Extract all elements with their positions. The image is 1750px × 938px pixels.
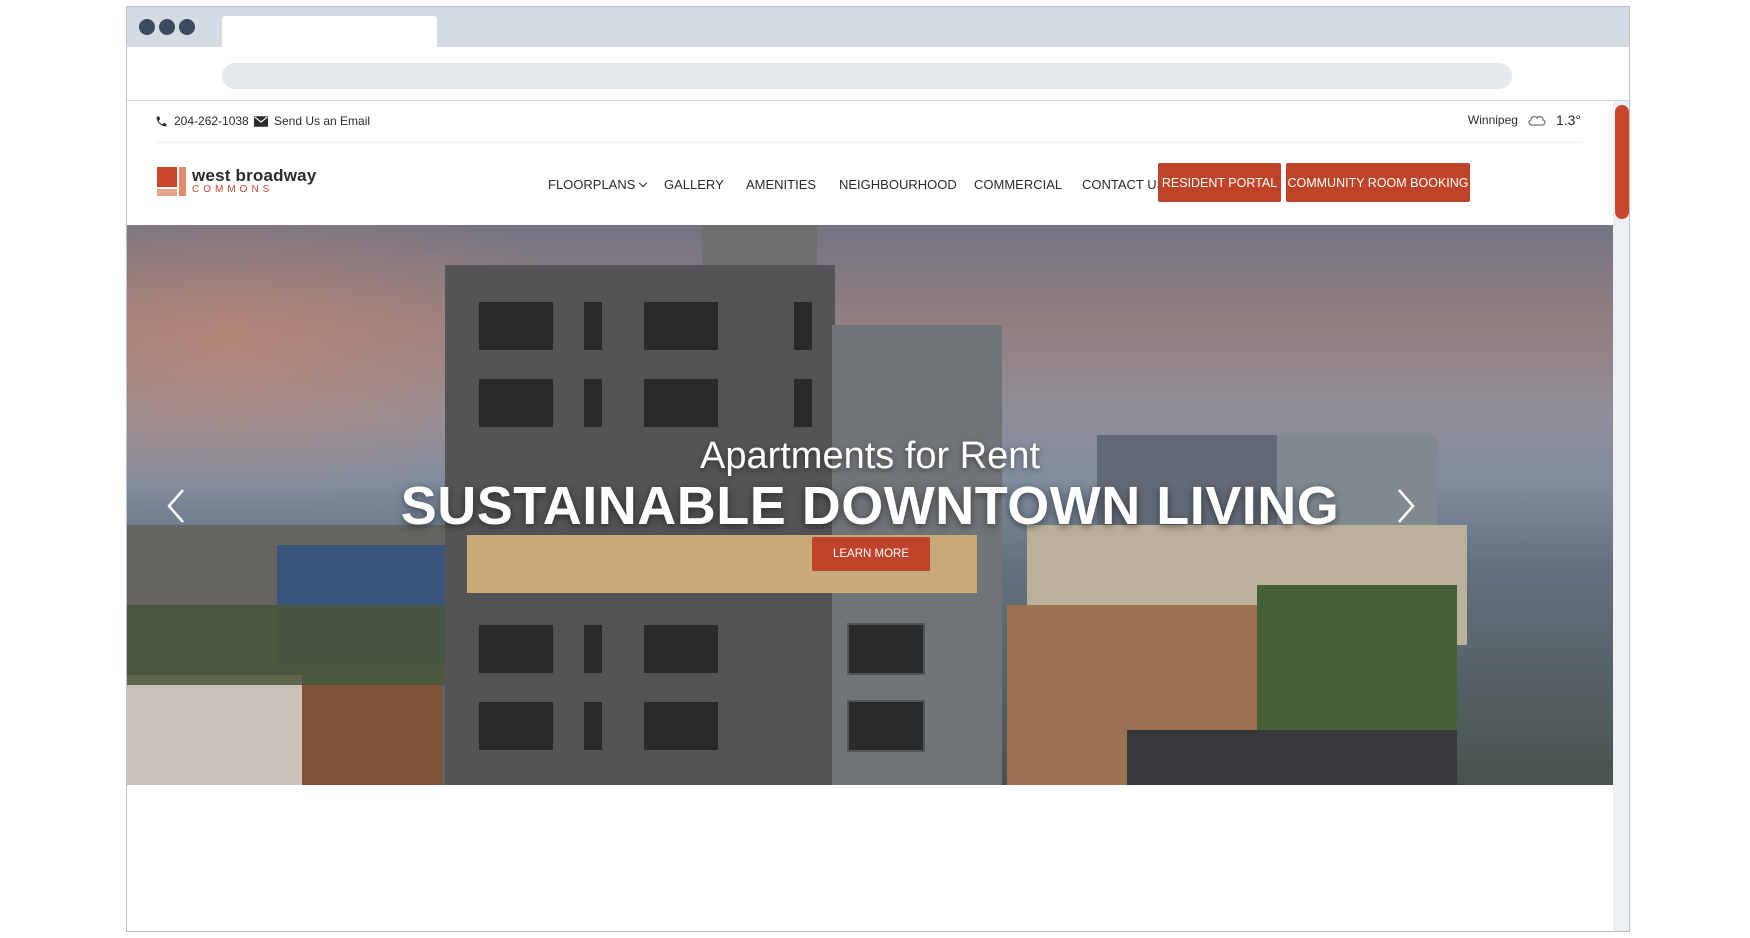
hero-subtitle: Apartments for Rent bbox=[699, 435, 1041, 477]
site-logo[interactable]: west broadway COMMONS bbox=[157, 167, 316, 196]
window-dot-icon[interactable] bbox=[139, 19, 155, 35]
phone-icon bbox=[156, 116, 167, 126]
utility-bar: 204-262-1038 Send Us an Email Winnipeg 1… bbox=[127, 101, 1613, 143]
hero-title: SUSTAINABLE DOWNTOWN LIVING bbox=[400, 476, 1340, 536]
address-bar[interactable] bbox=[222, 63, 1512, 89]
nav-floorplans[interactable]: FLOORPLANS bbox=[548, 177, 648, 192]
nav-label: FLOORPLANS bbox=[548, 177, 636, 192]
window-controls bbox=[139, 19, 195, 35]
nav-neighbourhood[interactable]: NEIGHBOURHOOD bbox=[839, 177, 957, 192]
browser-titlebar bbox=[127, 7, 1629, 47]
phone-number: 204-262-1038 bbox=[174, 114, 249, 128]
nav-amenities[interactable]: AMENITIES bbox=[746, 177, 816, 192]
weather-city: Winnipeg bbox=[1467, 113, 1518, 127]
web-page: 204-262-1038 Send Us an Email Winnipeg 1… bbox=[127, 101, 1613, 931]
window-dot-icon[interactable] bbox=[179, 19, 195, 35]
logo-line-1: west broadway bbox=[192, 166, 317, 185]
community-room-booking-button[interactable]: COMMUNITY ROOM BOOKING bbox=[1286, 163, 1470, 202]
weather-temperature: 1.3° bbox=[1555, 112, 1581, 128]
slider-prev-arrow-icon[interactable] bbox=[165, 487, 187, 525]
chevron-down-icon bbox=[639, 178, 648, 188]
hero-slider: Apartments for Rent SUSTAINABLE DOWNTOWN… bbox=[127, 225, 1613, 785]
nav-label: GALLERY bbox=[664, 177, 724, 192]
logo-mark-icon bbox=[157, 167, 186, 196]
resident-portal-button[interactable]: RESIDENT PORTAL bbox=[1158, 163, 1281, 202]
logo-line-2: COMMONS bbox=[192, 184, 274, 195]
envelope-icon bbox=[254, 115, 268, 127]
nav-gallery[interactable]: GALLERY bbox=[664, 177, 724, 192]
cloud-icon bbox=[1528, 115, 1546, 126]
browser-window: 204-262-1038 Send Us an Email Winnipeg 1… bbox=[126, 6, 1630, 932]
nav-label: NEIGHBOURHOOD bbox=[839, 177, 957, 192]
browser-address-row bbox=[127, 47, 1629, 101]
learn-more-button[interactable]: LEARN MORE bbox=[812, 537, 930, 571]
email-link[interactable]: Send Us an Email bbox=[254, 114, 370, 128]
site-header: west broadway COMMONS FLOORPLANS GALLERY… bbox=[127, 143, 1613, 225]
logo-text: west broadway COMMONS bbox=[192, 167, 316, 196]
browser-tab[interactable] bbox=[222, 16, 437, 47]
nav-contact-us[interactable]: CONTACT US bbox=[1082, 177, 1165, 192]
scrollbar-thumb[interactable] bbox=[1615, 105, 1629, 219]
phone-link[interactable]: 204-262-1038 bbox=[155, 114, 249, 128]
weather-widget: Winnipeg 1.3° bbox=[1468, 112, 1581, 128]
slider-next-arrow-icon[interactable] bbox=[1395, 487, 1417, 525]
nav-label: AMENITIES bbox=[746, 177, 817, 192]
email-label: Send Us an Email bbox=[274, 114, 371, 128]
window-dot-icon[interactable] bbox=[159, 19, 175, 35]
nav-commercial[interactable]: COMMERCIAL bbox=[974, 177, 1062, 192]
nav-label: COMMERCIAL bbox=[974, 177, 1063, 192]
page-scrollbar[interactable] bbox=[1613, 101, 1629, 931]
nav-label: CONTACT US bbox=[1082, 177, 1166, 192]
